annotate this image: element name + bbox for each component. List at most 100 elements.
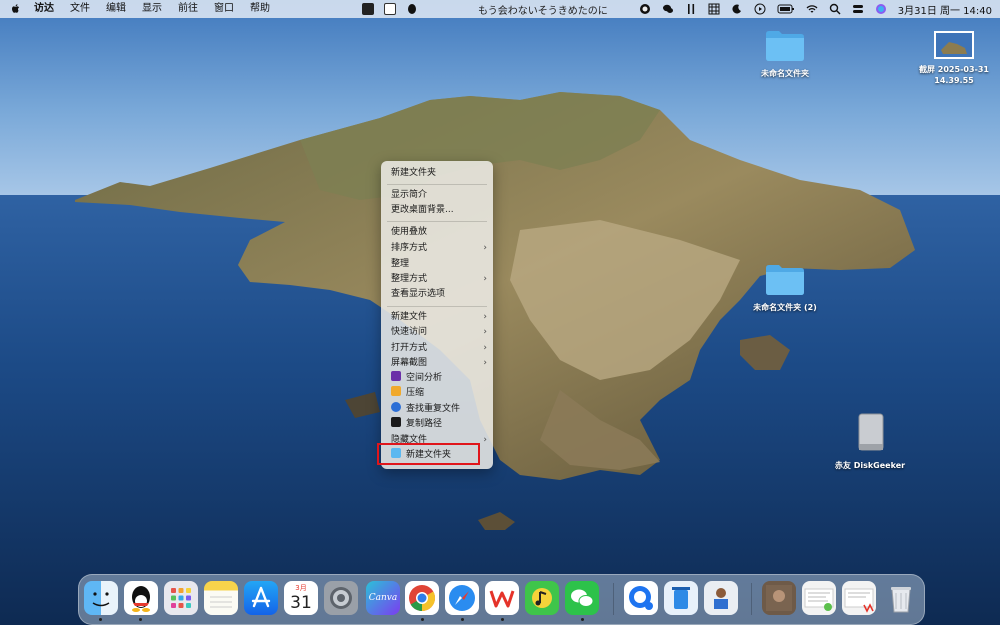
folder-icon [766,31,804,61]
music-note-icon [532,588,552,608]
menu-help[interactable]: 帮助 [242,0,278,18]
dock-wechat[interactable] [565,581,599,615]
moon-icon[interactable] [731,3,743,15]
status-wps-icon[interactable] [384,3,396,15]
dock-qq[interactable] [124,581,158,615]
dock-calendar[interactable]: 3月 31 [284,581,318,615]
menu-separator [387,184,487,185]
desktop-folder-2[interactable]: 未命名文件夹 (2) [745,262,825,313]
document-thumbnail-icon [844,588,874,613]
canva-logo-text: Canva [368,593,398,603]
desktop-folder-1-label: 未命名文件夹 [761,69,809,78]
dock-preview-app[interactable] [704,581,738,615]
dock-image-stack[interactable] [762,581,796,615]
desktop-screenshot-file[interactable]: 截屏 2025-03-31 14.39.55 [912,30,996,86]
menu-item-use-stacks[interactable]: 使用叠放 [391,225,487,239]
dock-quark[interactable] [624,581,658,615]
menu-item-sort-by[interactable]: 排序方式 › [391,241,487,255]
dock-trash[interactable] [884,581,918,615]
menu-file[interactable]: 文件 [62,0,98,18]
desktop-context-menu: 新建文件夹 显示简介 更改桌面背景... 使用叠放 排序方式 › 整理 整理方式 ›… [381,161,493,469]
menu-item-screenshot[interactable]: 屏幕截图 › [391,356,487,370]
dock-chrome[interactable] [405,581,439,615]
person-at-desk-icon [714,588,728,609]
wps-icon [489,590,515,608]
dock-canva[interactable]: Canva [366,581,400,615]
menu-item-open-with[interactable]: 打开方式 › [391,341,487,355]
menu-item-copy-path[interactable]: 复制路径 [391,417,487,431]
tools-icon[interactable] [685,3,697,15]
desktop[interactable] [0,0,1000,625]
dock-notes[interactable] [204,581,238,615]
menu-item-new-file[interactable]: 新建文件 › [391,310,487,324]
menu-go[interactable]: 前往 [170,0,206,18]
launchpad-icon [171,588,191,608]
menu-item-find-duplicates[interactable]: 查找重复文件 [391,402,487,416]
menu-item-view-options[interactable]: 查看显示选项 [391,287,487,301]
dock-app-store[interactable] [244,581,278,615]
chevron-right-icon: › [483,327,487,337]
dock-document-1[interactable] [802,581,836,615]
apple-menu-icon[interactable] [10,3,22,15]
battery-icon[interactable] [777,3,795,15]
control-center-icon[interactable] [852,3,864,15]
trash-cleaner-icon [672,587,690,609]
dock-system-settings[interactable] [324,581,358,615]
menu-item-label: 快速访问 [391,327,428,337]
vpn-icon[interactable] [639,3,651,15]
siri-icon[interactable] [875,3,887,15]
menu-item-change-background[interactable]: 更改桌面背景... [391,203,487,217]
menu-item-label: 整理方式 [391,274,428,284]
dock-safari[interactable] [445,581,479,615]
desktop-folder-1[interactable]: 未命名文件夹 [750,28,820,79]
play-icon[interactable] [754,3,766,15]
menu-item-new-folder[interactable]: 新建文件夹 [391,166,487,180]
dock-document-2[interactable] [842,581,876,615]
space-analysis-icon [391,371,401,381]
menu-separator [387,221,487,222]
photo-icon [766,585,792,611]
dock-finder[interactable] [84,581,118,615]
quark-browser-icon [629,586,653,610]
dock-divider [751,583,752,615]
dock-launchpad[interactable] [164,581,198,615]
running-indicator [461,618,464,621]
menu-view[interactable]: 显示 [134,0,170,18]
menu-item-clean-up[interactable]: 整理 [391,257,487,271]
running-indicator [501,618,504,621]
safari-icon [449,585,475,611]
running-indicator [99,618,102,621]
menu-item-space-analysis[interactable]: 空间分析 [391,371,487,385]
find-duplicates-icon [391,402,401,412]
menu-item-quick-access[interactable]: 快速访问 › [391,325,487,339]
search-icon[interactable] [829,3,841,15]
chevron-right-icon: › [483,358,487,368]
calendar-month: 3月 [295,584,307,592]
menu-separator [387,306,487,307]
menu-bar: 访达 文件 编辑 显示 前往 窗口 帮助 もう会わないそうきめたのに 3月31日… [0,0,1000,18]
image-thumbnail-icon [934,31,974,59]
menu-edit[interactable]: 编辑 [98,0,134,18]
menu-item-clean-up-by[interactable]: 整理方式 › [391,272,487,286]
grid-icon[interactable] [708,3,720,15]
dock: 3月 31 Canva [78,574,925,625]
menu-item-label: 打开方式 [391,343,428,353]
qq-status-icon[interactable] [406,3,418,15]
wifi-icon[interactable] [806,3,818,15]
menu-item-get-info[interactable]: 显示简介 [391,188,487,202]
notes-icon [210,596,232,608]
now-playing-lyrics[interactable]: もう会わないそうきめたのに [478,2,608,17]
dock-wps[interactable] [485,581,519,615]
desktop-disk-drive[interactable]: 赤友 DiskGeeker [830,412,910,471]
menu-item-compress[interactable]: 压缩 [391,386,487,400]
chrome-icon [409,585,436,612]
menu-item-label: 空间分析 [406,373,443,383]
menubar-clock[interactable]: 3月31日 周一 14:40 [898,2,992,17]
wechat-status-icon[interactable] [662,3,674,15]
status-app-icon[interactable] [362,3,374,15]
menu-item-label: 新建文件 [391,312,428,322]
dock-music-app[interactable] [525,581,559,615]
dock-cleaner[interactable] [664,581,698,615]
menu-window[interactable]: 窗口 [206,0,242,18]
menu-app-name[interactable]: 访达 [26,0,62,18]
